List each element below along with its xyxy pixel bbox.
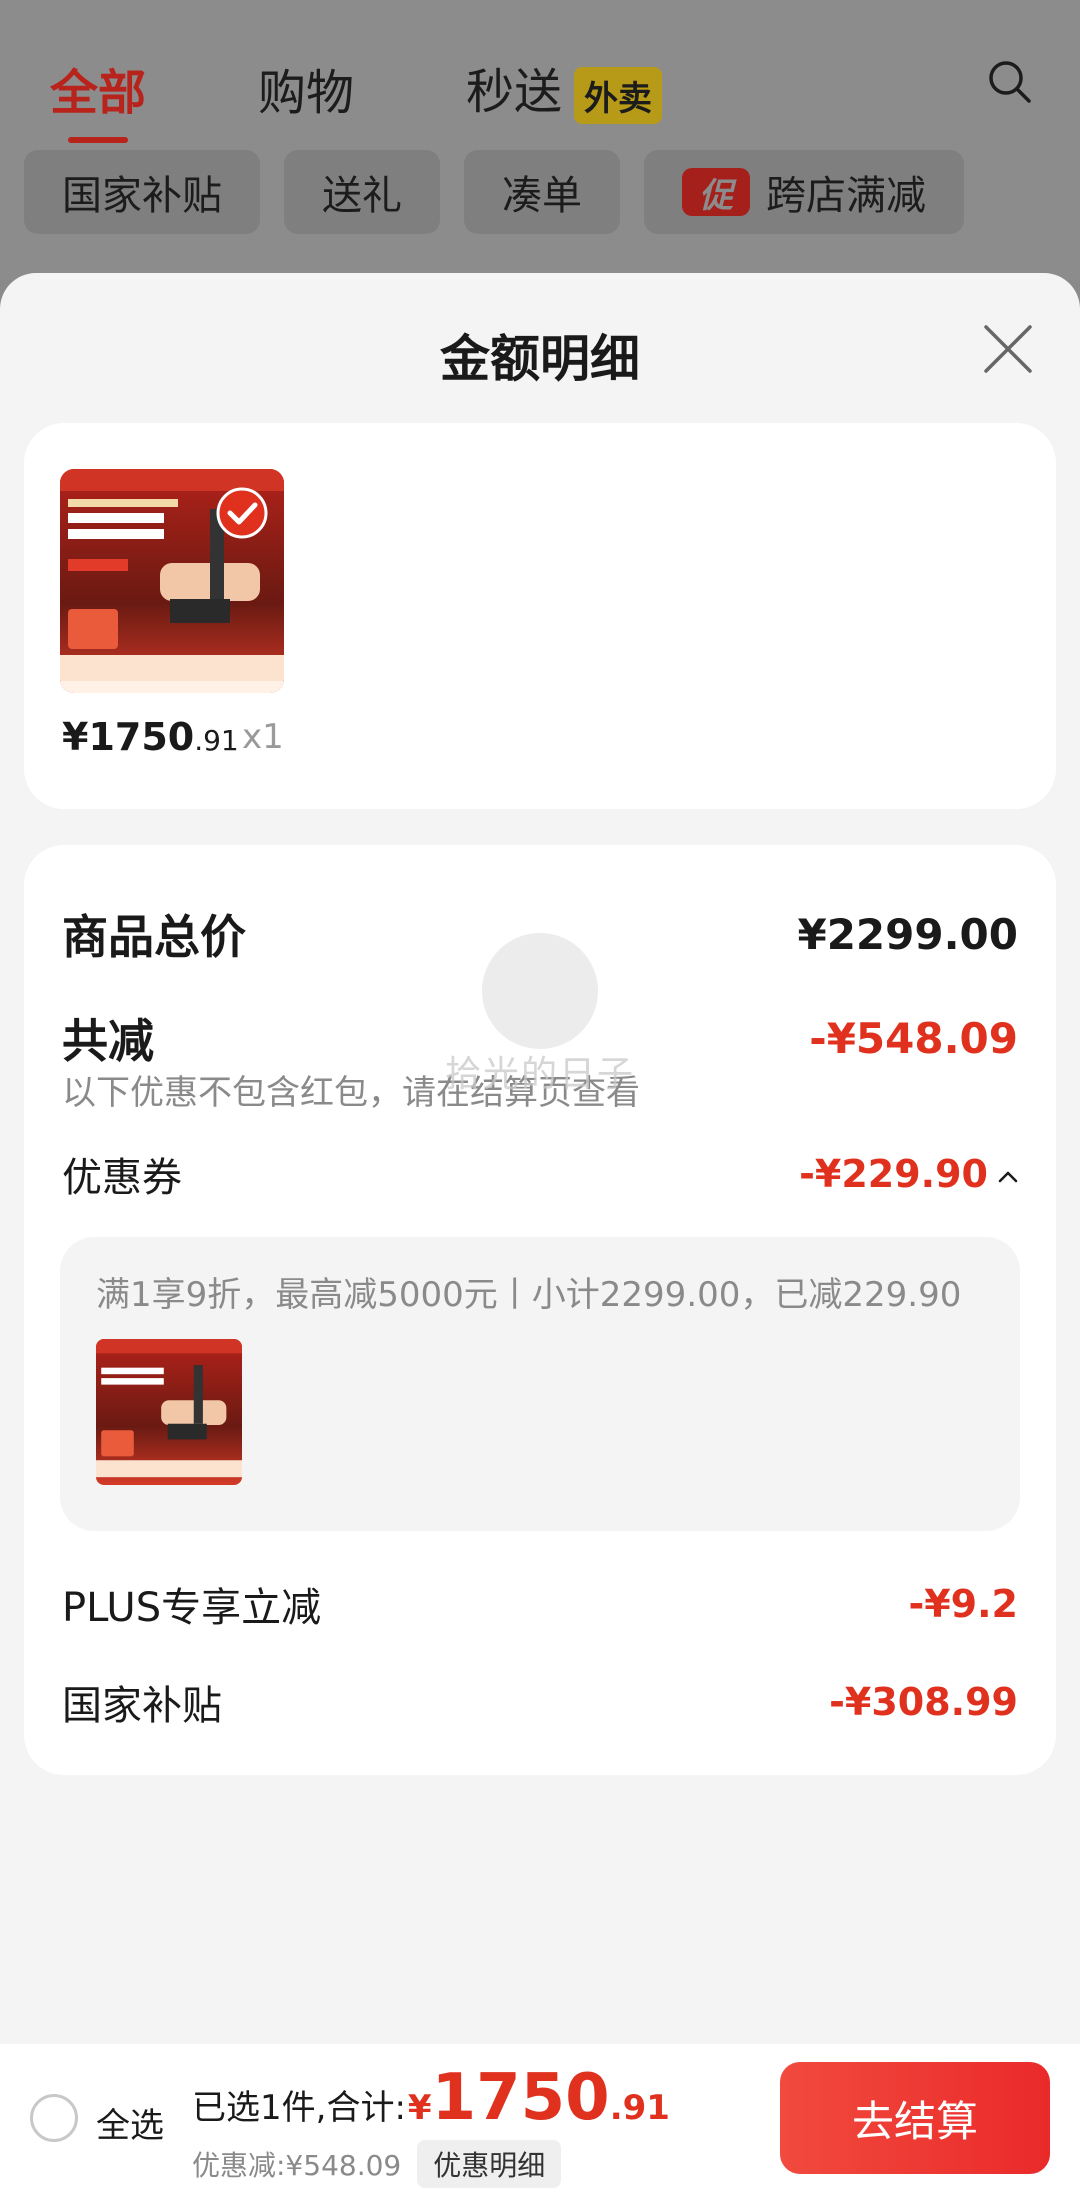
chip-national-subsidy[interactable]: 国家补贴 [24, 150, 260, 234]
selected-summary: 已选1件,合计: ¥1750.91 [192, 2066, 670, 2130]
promo-tag: 促 [682, 168, 750, 216]
amount-detail-sheet: 金额明细 ¥1750.91 x1 商品总价 ¥2299.00 共减 -¥548.… [0, 273, 1080, 2193]
vacuum-product-thumb [96, 1339, 242, 1485]
product-price: ¥1750.91 [62, 715, 239, 759]
checkout-button[interactable]: 去结算 [780, 2062, 1050, 2174]
plus-discount-value: -¥9.2 [908, 1582, 1018, 1626]
chevron-up-icon[interactable] [998, 1171, 1018, 1183]
total-reduction-label: 共减 [62, 1014, 154, 1068]
discount-detail-button[interactable]: 优惠明细 [417, 2140, 562, 2188]
coupon-label: 优惠券 [62, 1155, 182, 1201]
total-price-label: 商品总价 [62, 910, 246, 964]
tab-delivery[interactable]: 秒送 外卖 [466, 52, 663, 124]
chip-bundle[interactable]: 凑单 [464, 150, 620, 234]
search-icon[interactable] [986, 58, 1034, 106]
checkout-bar: 全选 已选1件,合计: ¥1750.91 优惠减:¥548.09 优惠明细 去结算 [0, 2044, 1080, 2193]
coupon-value: -¥229.90 [799, 1152, 988, 1196]
discount-text: 优惠减:¥548.09 [192, 2149, 402, 2182]
product-card: ¥1750.91 x1 [24, 423, 1056, 809]
plus-discount-row: PLUS专享立减 -¥9.2 [62, 1575, 1018, 1633]
discount-summary: 优惠减:¥548.09 优惠明细 [192, 2140, 562, 2188]
selected-count-text: 已选1件,合计: [192, 2088, 406, 2128]
sheet-title: 金额明细 [440, 330, 640, 388]
background-page: 全部 购物 秒送 外卖 国家补贴 送礼 凑单 促 跨店满减 [0, 0, 1080, 280]
product-price-dec: .91 [194, 724, 239, 757]
filter-chips: 国家补贴 送礼 凑单 促 跨店满减 [24, 150, 988, 234]
tab-delivery-label: 秒送 [466, 64, 563, 120]
national-subsidy-label: 国家补贴 [62, 1683, 222, 1729]
national-subsidy-row: 国家补贴 -¥308.99 [62, 1673, 1018, 1731]
coupon-product-image [96, 1339, 242, 1485]
plus-discount-label: PLUS专享立减 [62, 1585, 322, 1631]
takeout-badge: 外卖 [574, 66, 663, 124]
coupon-value-wrap: -¥229.90 [799, 1152, 1018, 1196]
total-amount-dec: .91 [609, 2088, 670, 2128]
product-quantity: x1 [242, 717, 284, 757]
national-subsidy-value: -¥308.99 [829, 1680, 1018, 1724]
top-tabs: 全部 购物 秒送 外卖 [50, 52, 774, 143]
close-icon[interactable] [982, 323, 1034, 375]
total-amount-int: 1750 [431, 2061, 610, 2135]
chip-cross-store-label: 跨店满减 [766, 173, 926, 219]
coupon-row[interactable]: 优惠券 -¥229.90 [62, 1145, 1018, 1203]
coupon-detail-box: 满1享9折，最高减5000元丨小计2299.00，已减229.90 [60, 1237, 1020, 1531]
coupon-detail-text: 满1享9折，最高减5000元丨小计2299.00，已减229.90 [96, 1275, 962, 1315]
price-breakdown-card: 商品总价 ¥2299.00 共减 -¥548.09 以下优惠不包含红包，请在结算… [24, 845, 1056, 1775]
chip-gift[interactable]: 送礼 [284, 150, 440, 234]
product-price-int: ¥1750 [62, 715, 195, 759]
chip-cross-store-discount[interactable]: 促 跨店满减 [644, 150, 964, 234]
total-price-value: ¥2299.00 [797, 909, 1018, 959]
total-reduction-value: -¥548.09 [809, 1013, 1018, 1063]
total-currency: ¥ [407, 2088, 432, 2128]
total-reduction-row: 共减 -¥548.09 [62, 1005, 1018, 1071]
total-price-row: 商品总价 ¥2299.00 [62, 901, 1018, 967]
product-image[interactable] [60, 469, 284, 693]
reduction-note: 以下优惠不包含红包，请在结算页查看 [62, 1073, 640, 1113]
tab-all[interactable]: 全部 [50, 53, 146, 143]
tab-shopping[interactable]: 购物 [258, 53, 354, 123]
select-all-radio[interactable] [30, 2094, 78, 2142]
vacuum-product-image [60, 469, 284, 693]
select-all-label[interactable]: 全选 [96, 2098, 164, 2147]
